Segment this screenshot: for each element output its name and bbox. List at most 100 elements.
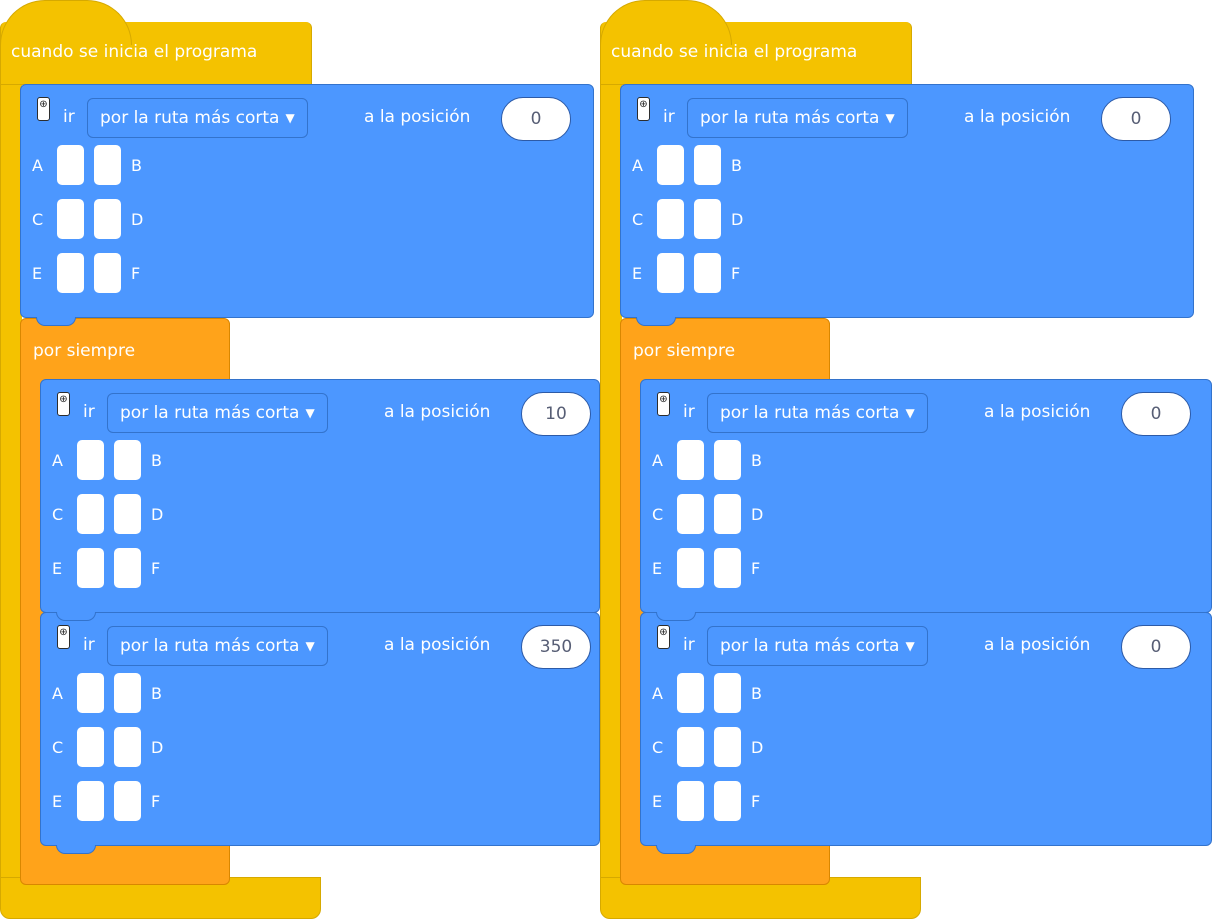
route-dropdown[interactable]: por la ruta más corta ▼ [107, 626, 328, 666]
port-label-c: C [32, 210, 44, 229]
port-f-toggle[interactable] [714, 548, 741, 588]
motor-go-to-position-block[interactable]: ⊕ ir por la ruta más corta ▼ a la posición 0 A… [620, 84, 1194, 318]
motor-go-to-position-block[interactable]: ⊕ ir por la ruta más corta ▼ a la posición 35… [40, 612, 600, 846]
motor-go-to-position-block[interactable]: ⊕ ir por la ruta más corta ▼ a la posición 10… [40, 379, 600, 613]
motor-go-to-position-block[interactable]: ⊕ ir por la ruta más corta ▼ a la posición 0 A… [640, 612, 1212, 846]
position-value-input[interactable]: 0 [501, 97, 571, 141]
port-e-toggle[interactable] [677, 548, 704, 588]
go-label: ir [83, 635, 95, 655]
port-label-f: F [131, 264, 141, 283]
port-c-toggle[interactable] [57, 199, 84, 239]
port-d-toggle[interactable] [94, 199, 121, 239]
port-e-toggle[interactable] [57, 253, 84, 293]
route-dropdown-label: por la ruta más corta [720, 636, 900, 656]
route-dropdown[interactable]: por la ruta más corta ▼ [687, 98, 908, 138]
port-label-a: A [52, 451, 63, 470]
port-d-toggle[interactable] [714, 727, 741, 767]
position-value-input[interactable]: 10 [521, 392, 591, 436]
caret-down-icon: ▼ [905, 406, 915, 420]
port-label-d: D [151, 738, 164, 757]
port-b-toggle[interactable] [114, 673, 141, 713]
port-e-toggle[interactable] [77, 548, 104, 588]
caret-down-icon: ▼ [285, 111, 295, 125]
hat-block-label: cuando se inicia el programa [11, 42, 258, 62]
port-f-toggle[interactable] [114, 548, 141, 588]
route-dropdown[interactable]: por la ruta más corta ▼ [707, 393, 928, 433]
port-a-toggle[interactable] [57, 145, 84, 185]
port-c-toggle[interactable] [677, 494, 704, 534]
route-dropdown-label: por la ruta más corta [700, 108, 880, 128]
port-b-toggle[interactable] [114, 440, 141, 480]
port-c-toggle[interactable] [677, 727, 704, 767]
motor-icon: ⊕ [37, 97, 50, 121]
port-label-e: E [52, 559, 63, 578]
port-label-e: E [652, 559, 663, 578]
port-label-f: F [151, 792, 161, 811]
port-f-toggle[interactable] [694, 253, 721, 293]
to-position-label: a la posición [384, 402, 491, 422]
motor-icon: ⊕ [657, 625, 670, 649]
port-c-toggle[interactable] [77, 494, 104, 534]
port-e-toggle[interactable] [657, 253, 684, 293]
when-program-starts-block[interactable]: cuando se inicia el programa [600, 0, 912, 85]
go-label: ir [63, 107, 75, 127]
hat-dome [0, 0, 132, 45]
port-label-e: E [32, 264, 43, 283]
port-c-toggle[interactable] [657, 199, 684, 239]
go-label: ir [683, 402, 695, 422]
port-label-a: A [652, 451, 663, 470]
port-a-toggle[interactable] [657, 145, 684, 185]
route-dropdown[interactable]: por la ruta más corta ▼ [707, 626, 928, 666]
port-a-toggle[interactable] [77, 440, 104, 480]
port-label-a: A [52, 684, 63, 703]
block-connector-notch [56, 612, 96, 621]
go-label: ir [83, 402, 95, 422]
port-b-toggle[interactable] [94, 145, 121, 185]
port-d-toggle[interactable] [694, 199, 721, 239]
port-d-toggle[interactable] [714, 494, 741, 534]
go-label: ir [663, 107, 675, 127]
motor-go-to-position-block[interactable]: ⊕ ir por la ruta más corta ▼ a la posición 0 A… [640, 379, 1212, 613]
port-b-toggle[interactable] [714, 673, 741, 713]
port-b-toggle[interactable] [694, 145, 721, 185]
port-label-f: F [751, 559, 761, 578]
port-label-d: D [131, 210, 144, 229]
port-d-toggle[interactable] [114, 727, 141, 767]
forever-label: por siempre [633, 341, 736, 361]
motor-icon: ⊕ [57, 392, 70, 416]
route-dropdown-label: por la ruta más corta [120, 636, 300, 656]
block-connector-notch [36, 317, 76, 326]
port-label-a: A [32, 156, 43, 175]
route-dropdown[interactable]: por la ruta más corta ▼ [87, 98, 308, 138]
port-f-toggle[interactable] [94, 253, 121, 293]
hat-block-label: cuando se inicia el programa [611, 42, 858, 62]
block-connector-notch [56, 845, 96, 854]
port-label-c: C [652, 738, 664, 757]
forever-label: por siempre [33, 341, 136, 361]
position-value-input[interactable]: 0 [1101, 97, 1171, 141]
position-value-input[interactable]: 0 [1121, 392, 1191, 436]
port-label-b: B [151, 684, 162, 703]
to-position-label: a la posición [364, 107, 471, 127]
route-dropdown[interactable]: por la ruta más corta ▼ [107, 393, 328, 433]
when-program-starts-block[interactable]: cuando se inicia el programa [0, 0, 312, 85]
port-f-toggle[interactable] [714, 781, 741, 821]
position-value-input[interactable]: 350 [521, 625, 591, 669]
port-a-toggle[interactable] [77, 673, 104, 713]
port-label-c: C [52, 505, 64, 524]
port-label-f: F [151, 559, 161, 578]
port-f-toggle[interactable] [114, 781, 141, 821]
motor-icon: ⊕ [637, 97, 650, 121]
motor-go-to-position-block[interactable]: ⊕ ir por la ruta más corta ▼ a la posición 0 A… [20, 84, 594, 318]
caret-down-icon: ▼ [305, 639, 315, 653]
port-label-b: B [131, 156, 142, 175]
port-a-toggle[interactable] [677, 440, 704, 480]
port-d-toggle[interactable] [114, 494, 141, 534]
port-a-toggle[interactable] [677, 673, 704, 713]
port-b-toggle[interactable] [714, 440, 741, 480]
port-e-toggle[interactable] [77, 781, 104, 821]
port-e-toggle[interactable] [677, 781, 704, 821]
route-dropdown-label: por la ruta más corta [720, 403, 900, 423]
port-c-toggle[interactable] [77, 727, 104, 767]
position-value-input[interactable]: 0 [1121, 625, 1191, 669]
